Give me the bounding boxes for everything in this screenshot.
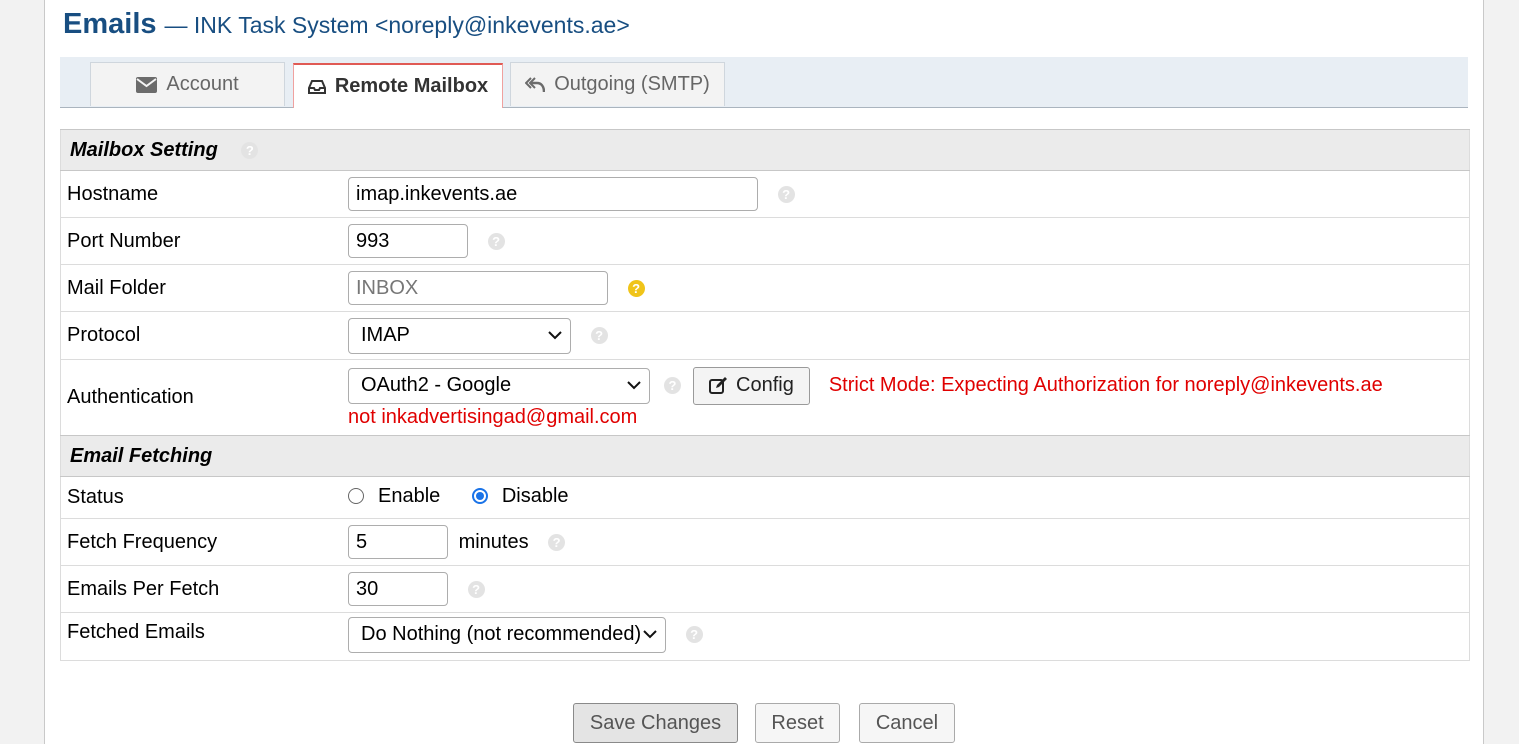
save-changes-button[interactable]: Save Changes — [573, 703, 738, 743]
help-icon[interactable]: ? — [664, 377, 681, 394]
auth-warning-line1: Strict Mode: Expecting Authorization for… — [828, 374, 1383, 396]
help-icon[interactable]: ? — [487, 232, 505, 250]
help-icon[interactable]: ? — [548, 533, 566, 551]
chevron-down-icon — [643, 630, 657, 639]
chevron-down-icon — [627, 381, 641, 390]
emails-per-fetch-label: Emails Per Fetch — [60, 565, 348, 613]
status-enable-label: Enable — [378, 484, 441, 507]
radio-indicator — [348, 488, 364, 505]
page-title: Emails — INK Task System <noreply@inkeve… — [63, 8, 630, 44]
mail-folder-label: Mail Folder — [60, 264, 348, 312]
tab-account[interactable]: Account — [90, 62, 285, 106]
status-enable-radio[interactable]: Enable — [348, 485, 440, 508]
port-number-input[interactable] — [348, 224, 468, 258]
emails-settings-page: Emails — INK Task System <noreply@inkeve… — [44, 0, 1484, 744]
authentication-select-value: OAuth2 - Google — [361, 374, 512, 396]
status-disable-radio[interactable]: Disable — [471, 484, 569, 508]
row-authentication: Authentication OAuth2 - Google ? Config — [60, 359, 1470, 436]
protocol-select[interactable]: IMAP — [348, 317, 571, 354]
mail-folder-input[interactable] — [348, 271, 608, 305]
mailbox-settings-form: Mailbox Setting ? Hostname ? Port Number… — [60, 129, 1470, 661]
inbox-icon — [307, 79, 326, 94]
hostname-label: Hostname — [60, 170, 348, 218]
help-icon[interactable]: ? — [777, 185, 795, 203]
page-title-subtitle: — INK Task System <noreply@inkevents.ae> — [164, 12, 630, 38]
row-fetched-emails: Fetched Emails Do Nothing (not recommend… — [60, 612, 1470, 661]
chevron-down-icon — [548, 331, 562, 340]
auth-warning-line2: not inkadvertisingad@gmail.com — [348, 405, 638, 428]
protocol-select-value: IMAP — [361, 324, 410, 346]
fetched-emails-select-value: Do Nothing (not recommended) — [361, 623, 642, 645]
radio-indicator-selected — [471, 488, 488, 505]
tab-bar: Account Remote Mailbox Outgoing (SMTP) — [60, 57, 1468, 108]
row-mail-folder: Mail Folder ? — [60, 264, 1470, 312]
help-icon[interactable]: ? — [590, 327, 608, 344]
section-email-fetching: Email Fetching — [60, 435, 1470, 477]
emails-per-fetch-input[interactable] — [348, 572, 448, 606]
fetched-emails-label: Fetched Emails — [60, 612, 348, 661]
tab-outgoing-smtp-label: Outgoing (SMTP) — [554, 73, 710, 95]
authentication-select[interactable]: OAuth2 - Google — [348, 367, 650, 404]
fetch-frequency-input[interactable] — [348, 525, 448, 559]
port-number-label: Port Number — [60, 217, 348, 265]
help-icon[interactable]: ? — [467, 580, 485, 598]
fetch-frequency-unit: minutes — [458, 530, 529, 553]
row-status: Status Enable Disable — [60, 476, 1470, 519]
edit-icon — [709, 377, 727, 394]
page-title-main: Emails — [63, 8, 157, 40]
status-label: Status — [60, 476, 348, 519]
section-mailbox-setting: Mailbox Setting ? — [60, 129, 1470, 171]
help-icon[interactable]: ? — [241, 141, 259, 159]
authentication-label: Authentication — [60, 359, 348, 436]
fetch-frequency-label: Fetch Frequency — [60, 518, 348, 566]
cancel-button[interactable]: Cancel — [859, 703, 955, 743]
protocol-label: Protocol — [60, 311, 348, 360]
envelope-icon — [136, 76, 158, 93]
tab-remote-mailbox-label: Remote Mailbox — [334, 75, 489, 97]
row-hostname: Hostname ? — [60, 170, 1470, 218]
row-fetch-frequency: Fetch Frequency minutes ? — [60, 518, 1470, 566]
fetched-emails-select[interactable]: Do Nothing (not recommended) — [348, 616, 666, 653]
help-icon[interactable]: ? — [627, 279, 645, 297]
reply-all-icon — [525, 76, 546, 92]
row-protocol: Protocol IMAP ? — [60, 311, 1470, 360]
section-email-fetching-title: Email Fetching — [70, 444, 213, 467]
reset-button[interactable]: Reset — [755, 703, 840, 743]
tab-outgoing-smtp[interactable]: Outgoing (SMTP) — [510, 62, 725, 106]
tab-account-label: Account — [166, 73, 239, 95]
config-button[interactable]: Config — [693, 366, 810, 405]
row-port-number: Port Number ? — [60, 217, 1470, 265]
form-actions: Save Changes Reset Cancel — [45, 703, 1483, 743]
status-disable-label: Disable — [501, 484, 569, 507]
config-button-label: Config — [736, 374, 794, 396]
tab-remote-mailbox[interactable]: Remote Mailbox — [293, 63, 503, 108]
hostname-input[interactable] — [348, 177, 758, 211]
help-icon[interactable]: ? — [685, 626, 703, 643]
row-emails-per-fetch: Emails Per Fetch ? — [60, 565, 1470, 613]
section-mailbox-setting-title: Mailbox Setting — [70, 138, 218, 161]
